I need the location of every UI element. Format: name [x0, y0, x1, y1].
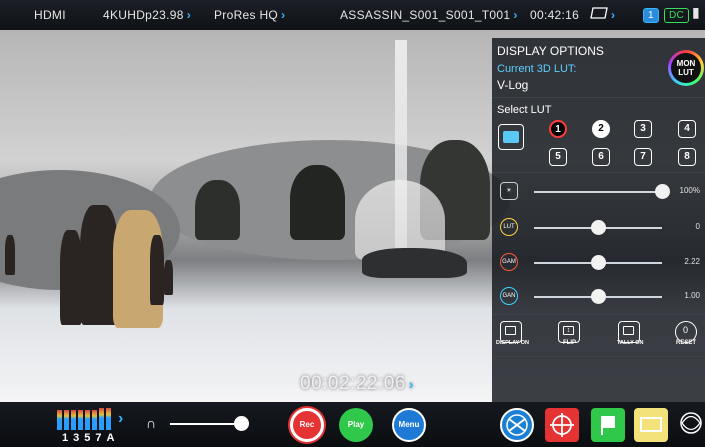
- video-format-label: 4KUHDp23.98: [103, 8, 184, 22]
- menu-button[interactable]: Menu: [392, 408, 426, 442]
- lut-slot-3[interactable]: 3: [634, 120, 652, 138]
- audio-meter[interactable]: ›: [57, 408, 123, 430]
- lut-slot-6[interactable]: 6: [592, 148, 610, 166]
- power-label: DC: [664, 8, 690, 23]
- tree: [290, 165, 345, 240]
- gamma-icon: GAM: [500, 253, 518, 271]
- brightness-value: 100%: [679, 186, 700, 195]
- timecode-display[interactable]: 00:02:22:06 ›: [300, 373, 414, 395]
- slider-knob[interactable]: [591, 289, 606, 304]
- mon-lut-button[interactable]: MON LUT: [668, 50, 704, 86]
- display-options-panel: DISPLAY OPTIONS Current 3D LUT: V-Log MO…: [492, 38, 705, 402]
- meter-channel-labels: 1357A: [62, 432, 120, 444]
- current-lut-label: Current 3D LUT:: [497, 63, 577, 75]
- gain-slider[interactable]: GAN 1.00: [500, 287, 700, 307]
- lut-icon: LUT: [500, 218, 518, 236]
- chevron-right-icon: ›: [513, 8, 518, 22]
- display-icon: [505, 326, 516, 335]
- codec-selector[interactable]: ProRes HQ ›: [214, 8, 285, 22]
- battery-icon: ▮: [692, 4, 701, 20]
- chevron-right-icon: ›: [118, 410, 124, 427]
- meter-bar: [99, 408, 104, 430]
- meter-bar: [85, 410, 90, 430]
- chevron-right-icon: ›: [186, 8, 191, 22]
- lut-strength-value: 0: [695, 222, 700, 231]
- brightness-slider[interactable]: ☀ 100%: [500, 182, 700, 202]
- lut-slot-5[interactable]: 5: [549, 148, 567, 166]
- status-bar: HDMI 4KUHDp23.98 › ProRes HQ › ASSASSIN_S0…: [0, 0, 705, 30]
- mon-lut-text-2: LUT: [678, 68, 694, 77]
- person: [60, 230, 82, 325]
- slider-knob[interactable]: [591, 255, 606, 270]
- remaining-time: 00:42:16: [530, 8, 580, 22]
- tree: [195, 180, 240, 240]
- flip-label: FLIP: [563, 340, 576, 346]
- lut-slot-1[interactable]: 1: [549, 120, 567, 138]
- meter-bar: [64, 410, 69, 430]
- focus-peaking-icon[interactable]: [545, 408, 579, 442]
- slider-knob[interactable]: [591, 220, 606, 235]
- reset-icon: 0: [682, 325, 688, 335]
- meter-bar: [92, 410, 97, 430]
- volume-knob[interactable]: [234, 416, 250, 431]
- headphones-icon[interactable]: ∩: [146, 415, 156, 431]
- input-source[interactable]: HDMI: [34, 8, 66, 22]
- divider: [492, 356, 705, 357]
- chevron-right-icon: ›: [281, 8, 286, 22]
- divider: [492, 314, 705, 315]
- gain-icon: GAN: [500, 287, 518, 305]
- slider-knob[interactable]: [655, 184, 670, 199]
- person: [5, 235, 15, 275]
- brightness-icon: ☀: [500, 182, 518, 200]
- fountain-rock: [362, 248, 467, 278]
- chevron-right-icon: ›: [611, 8, 616, 22]
- slider-track[interactable]: [534, 191, 662, 193]
- codec-label: ProRes HQ: [214, 8, 279, 22]
- meter-bar: [106, 408, 111, 430]
- gain-value: 1.00: [684, 291, 700, 300]
- gamma-slider[interactable]: GAM 2.22: [500, 253, 700, 273]
- tally-on-label: TALLY ON: [617, 340, 644, 346]
- video-format[interactable]: 4KUHDp23.98 ›: [103, 8, 191, 22]
- divider: [492, 172, 705, 173]
- person: [164, 260, 173, 295]
- flip-icon: ↕: [563, 326, 574, 335]
- tally-icon: [623, 326, 634, 335]
- flag-icon[interactable]: [591, 408, 625, 442]
- play-button[interactable]: Play: [339, 408, 373, 442]
- lut-slot-8[interactable]: 8: [678, 148, 696, 166]
- record-button[interactable]: Rec: [290, 408, 324, 442]
- slot-badge[interactable]: 1: [643, 7, 659, 23]
- person: [150, 235, 164, 305]
- meter-bar: [57, 410, 62, 430]
- chevron-right-icon: ›: [408, 376, 415, 392]
- lut-slot-7[interactable]: 7: [634, 148, 652, 166]
- monitor-mode-icon[interactable]: [500, 408, 534, 442]
- meter-bar: [71, 410, 76, 430]
- folder-icon[interactable]: [498, 124, 524, 150]
- slot-number: 1: [643, 8, 659, 23]
- display-on-label: DISPLAY ON: [496, 340, 530, 346]
- current-lut-value: V-Log: [497, 78, 529, 92]
- display-options-icon[interactable]: [634, 408, 668, 442]
- divider: [492, 97, 705, 98]
- reset-label: RESET: [676, 340, 697, 346]
- meter-bar: [78, 410, 83, 430]
- lut-slot-4[interactable]: 4: [678, 120, 696, 138]
- drive-icon[interactable]: ›: [590, 7, 615, 22]
- panel-title: DISPLAY OPTIONS: [497, 44, 604, 58]
- timecode-value: 00:02:22:06: [300, 373, 406, 394]
- mon-lut-text-1: MON: [676, 59, 696, 68]
- lut-slot-2[interactable]: 2: [592, 120, 610, 138]
- bottom-bar: › 1357A ∩ Rec Play Menu: [0, 402, 705, 447]
- filename-label: ASSASSIN_S001_S001_T001: [340, 8, 511, 22]
- select-lut-label: Select LUT: [497, 104, 552, 116]
- lut-strength-slider[interactable]: LUT 0: [500, 218, 700, 238]
- gamma-value: 2.22: [684, 257, 700, 266]
- waveform-icon[interactable]: [676, 408, 705, 442]
- filename[interactable]: ASSASSIN_S001_S001_T001 ›: [340, 8, 518, 22]
- power-badge: DC: [664, 7, 690, 23]
